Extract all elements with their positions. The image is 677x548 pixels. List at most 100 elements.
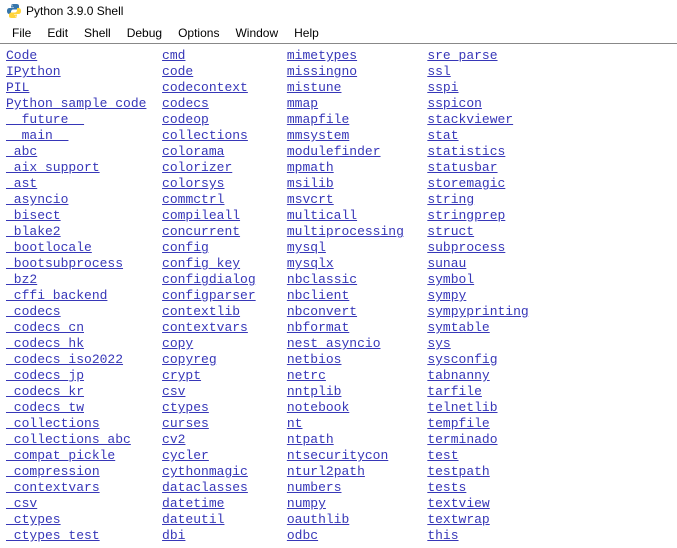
module-link[interactable]: modulefinder	[287, 144, 381, 159]
module-link[interactable]: sys	[427, 336, 450, 351]
module-link[interactable]: compileall	[162, 208, 240, 223]
module-link[interactable]: _codecs_kr	[6, 384, 84, 399]
module-link[interactable]: this	[427, 528, 458, 543]
module-link[interactable]: _bisect	[6, 208, 61, 223]
module-link[interactable]: string	[427, 192, 474, 207]
module-link[interactable]: _asyncio	[6, 192, 68, 207]
module-link[interactable]: _collections_abc	[6, 432, 131, 447]
module-link[interactable]: statistics	[427, 144, 505, 159]
module-link[interactable]: _contextvars	[6, 480, 100, 495]
module-link[interactable]: colorama	[162, 144, 224, 159]
shell-output[interactable]: Code cmd mimetypes sre_parse IPython cod…	[0, 44, 677, 548]
module-link[interactable]: mpmath	[287, 160, 334, 175]
menu-shell[interactable]: Shell	[76, 24, 119, 42]
module-link[interactable]: sysconfig	[427, 352, 497, 367]
module-link[interactable]: textwrap	[427, 512, 489, 527]
module-link[interactable]: storemagic	[427, 176, 505, 191]
module-link[interactable]: concurrent	[162, 224, 240, 239]
module-link[interactable]: nbclassic	[287, 272, 357, 287]
module-link[interactable]: _codecs	[6, 304, 61, 319]
module-link[interactable]: codecontext	[162, 80, 248, 95]
module-link[interactable]: tempfile	[427, 416, 489, 431]
module-link[interactable]: __future__	[6, 112, 84, 127]
menu-file[interactable]: File	[4, 24, 39, 42]
module-link[interactable]: nest_asyncio	[287, 336, 381, 351]
module-link[interactable]: nturl2path	[287, 464, 365, 479]
module-link[interactable]: sympy	[427, 288, 466, 303]
module-link[interactable]: Code	[6, 48, 37, 63]
module-link[interactable]: IPython	[6, 64, 61, 79]
module-link[interactable]: msilib	[287, 176, 334, 191]
module-link[interactable]: config	[162, 240, 209, 255]
module-link[interactable]: textview	[427, 496, 489, 511]
module-link[interactable]: Python sample code	[6, 96, 146, 111]
module-link[interactable]: numbers	[287, 480, 342, 495]
module-link[interactable]: _codecs_hk	[6, 336, 84, 351]
module-link[interactable]: config_key	[162, 256, 240, 271]
module-link[interactable]: sympyprinting	[427, 304, 528, 319]
module-link[interactable]: __main__	[6, 128, 68, 143]
module-link[interactable]: code	[162, 64, 193, 79]
module-link[interactable]: mmsystem	[287, 128, 349, 143]
module-link[interactable]: colorizer	[162, 160, 232, 175]
module-link[interactable]: nbconvert	[287, 304, 357, 319]
module-link[interactable]: subprocess	[427, 240, 505, 255]
module-link[interactable]: dataclasses	[162, 480, 248, 495]
module-link[interactable]: sspi	[427, 80, 458, 95]
module-link[interactable]: odbc	[287, 528, 318, 543]
module-link[interactable]: crypt	[162, 368, 201, 383]
module-link[interactable]: codeop	[162, 112, 209, 127]
module-link[interactable]: ntpath	[287, 432, 334, 447]
module-link[interactable]: _abc	[6, 144, 37, 159]
module-link[interactable]: numpy	[287, 496, 326, 511]
module-link[interactable]: _bootlocale	[6, 240, 92, 255]
module-link[interactable]: sunau	[427, 256, 466, 271]
module-link[interactable]: _codecs_cn	[6, 320, 84, 335]
module-link[interactable]: datetime	[162, 496, 224, 511]
module-link[interactable]: ssl	[427, 64, 450, 79]
module-link[interactable]: statusbar	[427, 160, 497, 175]
module-link[interactable]: mysqlx	[287, 256, 334, 271]
module-link[interactable]: dbi	[162, 528, 185, 543]
module-link[interactable]: mistune	[287, 80, 342, 95]
module-link[interactable]: msvcrt	[287, 192, 334, 207]
module-link[interactable]: PIL	[6, 80, 29, 95]
menu-window[interactable]: Window	[227, 24, 286, 42]
module-link[interactable]: _ast	[6, 176, 37, 191]
module-link[interactable]: nntplib	[287, 384, 342, 399]
module-link[interactable]: netrc	[287, 368, 326, 383]
module-link[interactable]: sspicon	[427, 96, 482, 111]
menu-edit[interactable]: Edit	[39, 24, 76, 42]
module-link[interactable]: nt	[287, 416, 303, 431]
module-link[interactable]: test	[427, 448, 458, 463]
module-link[interactable]: missingno	[287, 64, 357, 79]
module-link[interactable]: curses	[162, 416, 209, 431]
module-link[interactable]: copy	[162, 336, 193, 351]
module-link[interactable]: _ctypes_test	[6, 528, 100, 543]
module-link[interactable]: stat	[427, 128, 458, 143]
module-link[interactable]: codecs	[162, 96, 209, 111]
module-link[interactable]: tests	[427, 480, 466, 495]
module-link[interactable]: configdialog	[162, 272, 256, 287]
module-link[interactable]: dateutil	[162, 512, 224, 527]
module-link[interactable]: _codecs_tw	[6, 400, 84, 415]
module-link[interactable]: ntsecuritycon	[287, 448, 388, 463]
module-link[interactable]: commctrl	[162, 192, 224, 207]
module-link[interactable]: mysql	[287, 240, 326, 255]
module-link[interactable]: _cffi_backend	[6, 288, 107, 303]
module-link[interactable]: contextlib	[162, 304, 240, 319]
module-link[interactable]: multicall	[287, 208, 357, 223]
module-link[interactable]: colorsys	[162, 176, 224, 191]
module-link[interactable]: tabnanny	[427, 368, 489, 383]
menu-help[interactable]: Help	[286, 24, 327, 42]
module-link[interactable]: _codecs_jp	[6, 368, 84, 383]
module-link[interactable]: _ctypes	[6, 512, 61, 527]
module-link[interactable]: telnetlib	[427, 400, 497, 415]
module-link[interactable]: _compat_pickle	[6, 448, 115, 463]
module-link[interactable]: cmd	[162, 48, 185, 63]
module-link[interactable]: _bz2	[6, 272, 37, 287]
module-link[interactable]: cycler	[162, 448, 209, 463]
module-link[interactable]: contextvars	[162, 320, 248, 335]
module-link[interactable]: sre_parse	[427, 48, 497, 63]
module-link[interactable]: mmap	[287, 96, 318, 111]
